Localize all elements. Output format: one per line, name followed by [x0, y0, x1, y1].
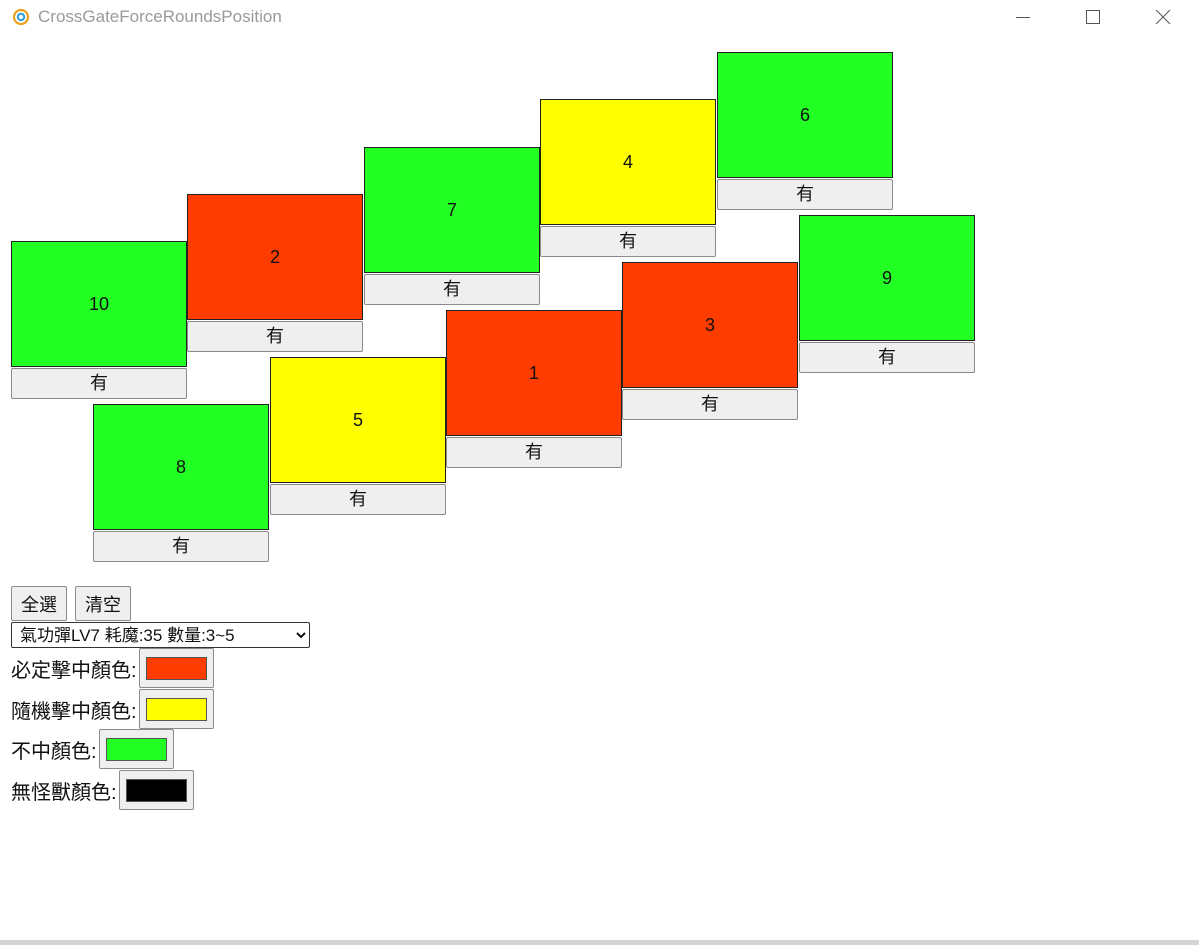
miss-color-swatch: [105, 737, 167, 761]
maximize-icon: [1086, 10, 1100, 24]
no-monster-color-swatch: [125, 778, 187, 802]
window-title: CrossGateForceRoundsPosition: [38, 7, 282, 26]
close-button[interactable]: [1140, 0, 1186, 34]
position-tile[interactable]: 4: [540, 99, 716, 225]
random-hit-color-label: 隨機擊中顏色:: [11, 700, 137, 723]
position-number: 9: [881, 267, 892, 288]
position-number: 10: [88, 293, 110, 314]
must-hit-color-picker[interactable]: [138, 648, 214, 688]
slot-4: 4 有: [540, 99, 716, 257]
position-number: 3: [704, 314, 715, 335]
position-number: 1: [528, 362, 539, 383]
position-number: 8: [175, 456, 186, 477]
no-monster-color-row: 無怪獸顏色:: [11, 770, 194, 810]
position-tile[interactable]: 3: [622, 262, 798, 388]
slot-1: 1 有: [446, 310, 622, 468]
position-number: 7: [446, 199, 457, 220]
position-tile[interactable]: 10: [11, 241, 187, 367]
slot-toggle-button[interactable]: 有: [364, 274, 540, 305]
position-tile[interactable]: 7: [364, 147, 540, 273]
window-bottom-edge: [0, 940, 1199, 945]
random-hit-color-swatch: [145, 697, 207, 721]
no-monster-color-label: 無怪獸顏色:: [11, 781, 117, 804]
slot-toggle-button[interactable]: 有: [11, 368, 187, 399]
position-number: 5: [352, 409, 363, 430]
position-tile[interactable]: 1: [446, 310, 622, 436]
close-icon: [1155, 9, 1171, 25]
clear-button[interactable]: 清空: [75, 586, 131, 621]
miss-color-picker[interactable]: [98, 729, 174, 769]
slot-toggle-button[interactable]: 有: [187, 321, 363, 352]
slot-7: 7 有: [364, 147, 540, 305]
must-hit-color-label: 必定擊中顏色:: [11, 659, 137, 682]
must-hit-color-swatch: [145, 656, 207, 680]
slot-toggle-button[interactable]: 有: [93, 531, 269, 562]
slot-toggle-button[interactable]: 有: [717, 179, 893, 210]
no-monster-color-picker[interactable]: [118, 770, 194, 810]
position-number: 6: [799, 104, 810, 125]
miss-color-row: 不中顏色:: [11, 729, 174, 769]
position-tile[interactable]: 9: [799, 215, 975, 341]
slot-toggle-button[interactable]: 有: [622, 389, 798, 420]
slot-toggle-button[interactable]: 有: [799, 342, 975, 373]
slot-10: 10 有: [11, 241, 187, 399]
slot-6: 6 有: [717, 52, 893, 210]
position-number: 2: [269, 246, 280, 267]
slot-toggle-button[interactable]: 有: [446, 437, 622, 468]
slot-toggle-button[interactable]: 有: [540, 226, 716, 257]
maximize-button[interactable]: [1070, 0, 1116, 34]
random-hit-color-row: 隨機擊中顏色:: [11, 689, 214, 729]
skill-select[interactable]: 氣功彈LV7 耗魔:35 數量:3~5: [11, 622, 310, 648]
must-hit-color-row: 必定擊中顏色:: [11, 648, 214, 688]
position-tile[interactable]: 2: [187, 194, 363, 320]
title-bar: CrossGateForceRoundsPosition: [0, 0, 1199, 36]
slot-9: 9 有: [799, 215, 975, 373]
miss-color-label: 不中顏色:: [11, 740, 97, 763]
app-icon: [12, 8, 30, 26]
slot-toggle-button[interactable]: 有: [270, 484, 446, 515]
slot-8: 8 有: [93, 404, 269, 562]
position-tile[interactable]: 5: [270, 357, 446, 483]
slot-3: 3 有: [622, 262, 798, 420]
position-tile[interactable]: 8: [93, 404, 269, 530]
position-number: 4: [622, 151, 633, 172]
minimize-icon: [1016, 17, 1030, 18]
select-all-button[interactable]: 全選: [11, 586, 67, 621]
position-tile[interactable]: 6: [717, 52, 893, 178]
minimize-button[interactable]: [1000, 0, 1046, 34]
slot-5: 5 有: [270, 357, 446, 515]
random-hit-color-picker[interactable]: [138, 689, 214, 729]
slot-2: 2 有: [187, 194, 363, 352]
